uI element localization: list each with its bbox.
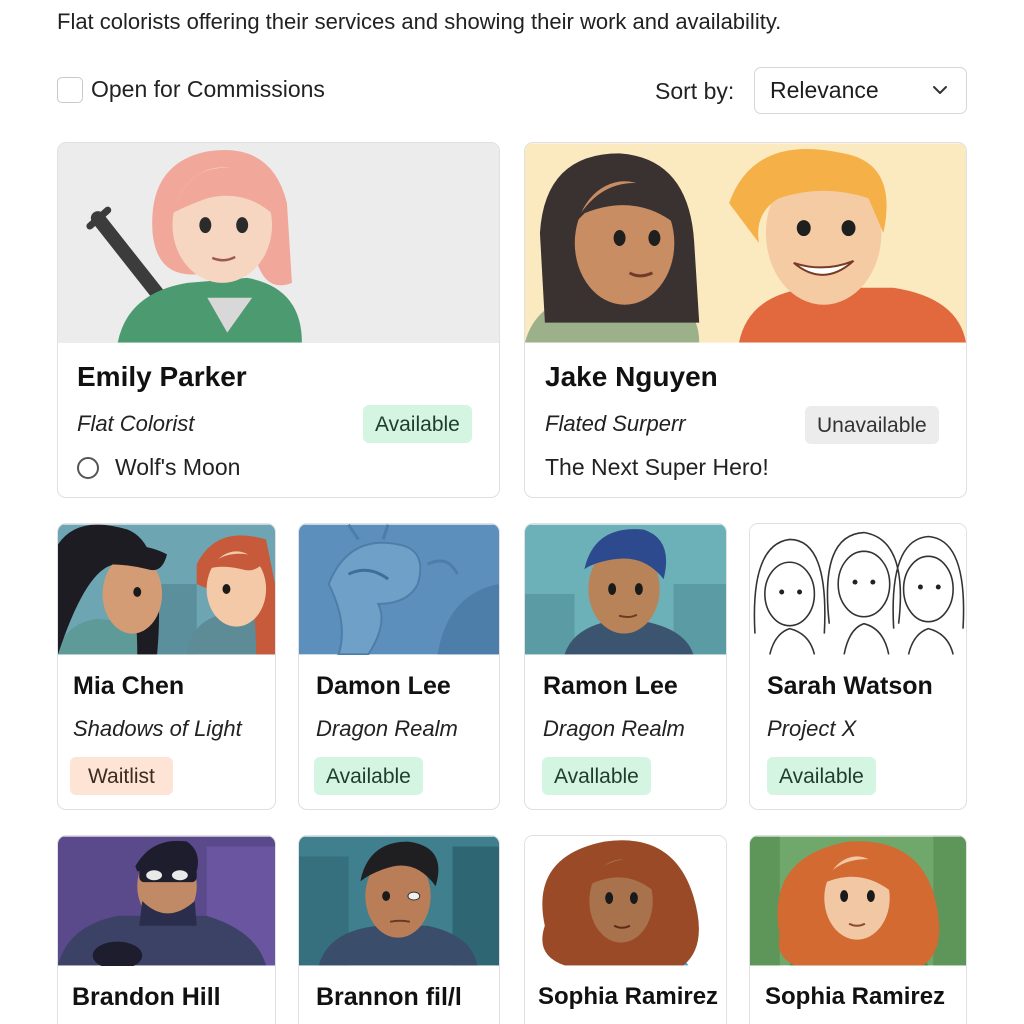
portfolio-image xyxy=(750,836,966,966)
colorist-role: Dragon Realm xyxy=(543,716,685,741)
colorist-role: Flat Colorist xyxy=(77,411,195,436)
portfolio-image xyxy=(299,524,499,655)
project-radio[interactable] xyxy=(77,457,99,479)
portfolio-image xyxy=(299,836,499,966)
status-badge: Unavailable xyxy=(805,406,939,444)
status-badge: Available xyxy=(314,757,423,795)
page-subtitle: Flat colorists offering their services a… xyxy=(57,9,782,34)
colorist-card[interactable]: Brandon Hill xyxy=(57,835,276,1024)
colorist-role: Shadows of Light xyxy=(73,716,242,741)
colorist-name: Jake Nguyen xyxy=(545,361,718,392)
portfolio-image xyxy=(525,524,726,655)
colorist-card[interactable]: Ramon Lee Dragon Realm Avallable xyxy=(524,523,727,810)
portfolio-image xyxy=(58,143,499,343)
status-badge: Available xyxy=(767,757,876,795)
sort-select[interactable]: Relevance xyxy=(754,67,967,114)
colorist-name: Sophia Ramirez xyxy=(765,983,946,1010)
colorist-card[interactable]: Damon Lee Dragon Realm Available xyxy=(298,523,500,810)
status-badge: Available xyxy=(363,405,472,443)
colorist-card[interactable]: Sophia Ramirez xyxy=(749,835,967,1024)
colorist-name: Brandon Hill xyxy=(72,983,221,1011)
colorist-name: Damon Lee xyxy=(316,672,451,700)
chevron-down-icon xyxy=(933,86,947,94)
status-badge: Avallable xyxy=(542,757,651,795)
colorist-card[interactable]: Sarah Watson Project X Available xyxy=(749,523,967,810)
colorist-card[interactable]: Brannon fil/l xyxy=(298,835,500,1024)
portfolio-image xyxy=(525,836,726,966)
status-badge: Waitlist xyxy=(70,757,173,795)
colorist-role: Project X xyxy=(767,716,857,741)
sort-by-label: Sort by: xyxy=(655,78,735,104)
portfolio-image xyxy=(750,524,966,655)
open-for-commissions-label: Open for Commissions xyxy=(91,76,325,102)
portfolio-image xyxy=(525,143,966,343)
colorist-card[interactable]: Mia Chen Shadows of Light Waitlist xyxy=(57,523,276,810)
colorist-card[interactable]: Emily Parker Flat Colorist Available Wol… xyxy=(57,142,500,498)
colorist-role: Dragon Realm xyxy=(316,716,458,741)
sort-selected-value: Relevance xyxy=(770,77,879,103)
colorist-name: Ramon Lee xyxy=(543,672,678,700)
project-title: Wolf's Moon xyxy=(115,454,241,480)
portfolio-image xyxy=(58,836,275,966)
colorist-role: Flated Surperr xyxy=(545,411,686,436)
open-for-commissions-checkbox[interactable] xyxy=(57,76,83,103)
portfolio-image xyxy=(58,524,275,655)
colorist-name: Sophia Ramirez xyxy=(538,983,719,1010)
project-title: The Next Super Hero! xyxy=(545,454,769,480)
colorist-card[interactable]: Sophia Ramirez xyxy=(524,835,727,1024)
colorist-name: Sarah Watson xyxy=(767,672,933,700)
colorist-name: Mia Chen xyxy=(73,672,185,700)
colorist-card[interactable]: Jake Nguyen Flated Surperr Unavailable T… xyxy=(524,142,967,498)
colorist-name: Brannon fil/l xyxy=(316,983,462,1011)
colorist-name: Emily Parker xyxy=(77,361,247,392)
open-for-commissions-filter[interactable]: Open for Commissions xyxy=(57,76,325,103)
